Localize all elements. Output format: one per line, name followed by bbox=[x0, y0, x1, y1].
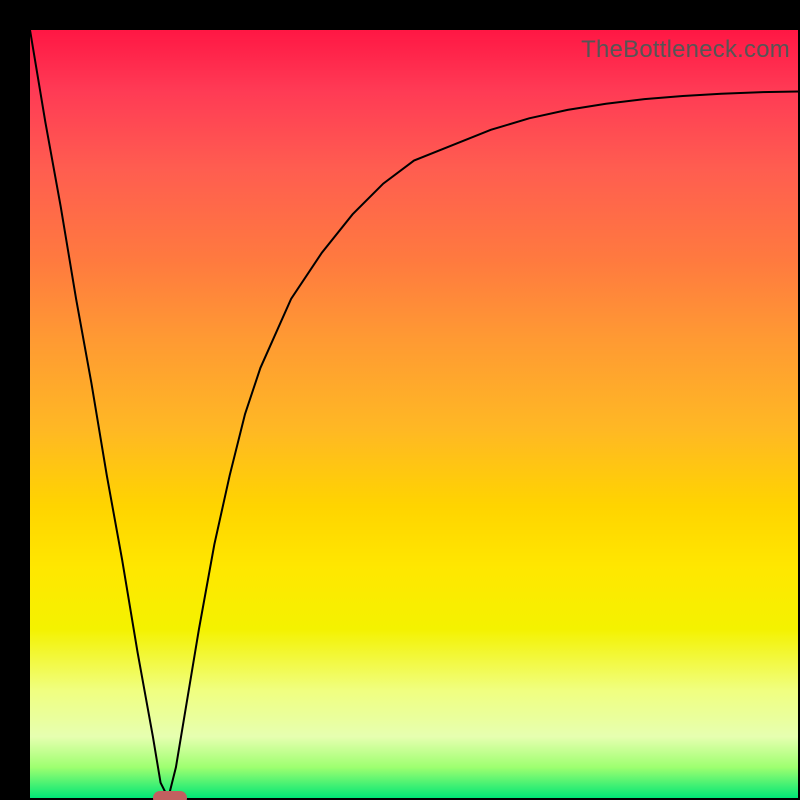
curve-path bbox=[30, 30, 798, 798]
optimal-marker-icon bbox=[153, 791, 187, 800]
chart-frame: TheBottleneck.com bbox=[0, 0, 800, 800]
bottleneck-curve bbox=[30, 30, 798, 798]
chart-plot-area: TheBottleneck.com bbox=[30, 30, 798, 798]
